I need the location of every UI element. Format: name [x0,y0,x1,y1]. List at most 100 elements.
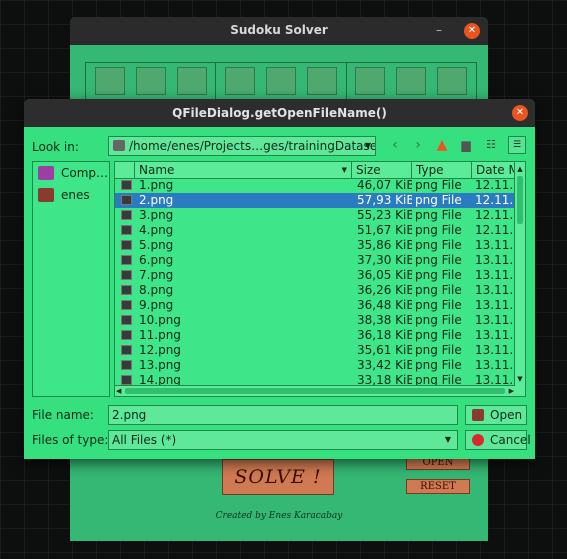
look-in-path: /home/enes/Projects…ges/trainingDataset [129,139,376,153]
sudoku-cell[interactable] [307,67,338,95]
file-type-cell: png File [415,223,462,237]
column-header-type[interactable]: Type [412,162,472,178]
sudoku-cell[interactable] [135,67,166,95]
solve-button[interactable]: SOLVE ! [222,459,334,495]
file-date-cell: 12.11.2 [475,223,515,237]
dialog-titlebar[interactable]: QFileDialog.getOpenFileName() ✕ [24,99,535,127]
file-name-cell: 4.png [139,223,174,237]
sidebar-item-computer[interactable]: Comp… [33,162,109,184]
minimize-icon[interactable]: – [432,23,446,37]
sudoku-cell[interactable] [437,67,468,95]
file-date-cell: 13.11.2 [475,343,515,357]
table-row[interactable]: 11.png 36,18 KiBpng File 13.11.2 [115,328,515,343]
file-name-cell: 1.png [139,178,174,192]
file-date-cell: 12.11.2 [475,208,515,222]
file-name-input[interactable]: 2.png [108,405,458,425]
file-date-cell: 13.11.2 [475,268,515,282]
image-file-icon [121,195,132,205]
table-row[interactable]: 8.png 36,26 KiBpng File 13.11.2 [115,283,515,298]
column-header-date[interactable]: Date Mo [472,162,515,178]
horizontal-scrollbar[interactable]: ◀ ▶ [115,385,515,396]
file-name-cell: 7.png [139,268,174,282]
image-file-icon [121,375,132,385]
chevron-down-icon: ▼ [444,435,451,444]
vertical-scrollbar[interactable]: ▲ ▼ [514,162,525,396]
table-row[interactable]: 7.png 36,05 KiBpng File 13.11.2 [115,268,515,283]
table-row[interactable]: 9.png 36,48 KiBpng File 13.11.2 [115,298,515,313]
column-header-size[interactable]: Size [352,162,412,178]
computer-icon [38,166,54,180]
file-size-cell: 55,23 KiB [357,208,412,222]
sudoku-block [86,63,217,99]
close-icon[interactable]: ✕ [464,23,480,39]
sudoku-cell[interactable] [94,67,125,95]
new-folder-icon[interactable]: ▆ [457,136,475,154]
file-type-cell: png File [415,268,462,282]
scrollbar-thumb[interactable] [125,388,505,394]
file-size-cell: 36,05 KiB [357,268,412,282]
file-name-cell: 5.png [139,238,174,252]
parent-dir-icon[interactable]: ▲ [433,136,451,154]
image-file-icon [121,315,132,325]
file-size-cell: 36,48 KiB [357,298,412,312]
sudoku-cell[interactable] [224,67,255,95]
scrollbar-thumb[interactable] [517,176,523,224]
sudoku-block [216,63,347,99]
table-row[interactable]: 12.png 35,61 KiBpng File 13.11.2 [115,343,515,358]
open-button[interactable]: Open [465,405,527,425]
file-type-value: All Files (*) [112,433,177,447]
file-size-cell: 46,07 KiB [357,178,412,192]
file-name-cell: 8.png [139,283,174,297]
sort-arrow-icon: ▼ [341,166,347,174]
scroll-right-icon[interactable]: ▶ [509,386,514,396]
table-row[interactable]: 13.png 33,42 KiBpng File 13.11.2 [115,358,515,373]
file-size-cell: 36,18 KiB [357,328,412,342]
file-name-cell: 10.png [139,313,181,327]
sudoku-cell[interactable] [176,67,207,95]
file-type-cell: png File [415,343,462,357]
table-row[interactable]: 4.png 51,67 KiBpng File 12.11.2 [115,223,515,238]
file-name-cell: 11.png [139,328,181,342]
open-button-label: Open [490,408,523,422]
file-date-cell: 13.11.2 [475,283,515,297]
file-name-cell: 3.png [139,208,174,222]
table-row[interactable]: 2.png 57,93 KiBpng File 12.11.2 [115,193,515,208]
column-header-label: Name [139,163,175,177]
image-file-icon [121,330,132,340]
file-date-cell: 13.11.2 [475,253,515,267]
sudoku-cell[interactable] [396,67,427,95]
file-size-cell: 38,38 KiB [357,313,412,327]
table-row[interactable]: 6.png 37,30 KiBpng File 13.11.2 [115,253,515,268]
file-name-cell: 12.png [139,343,181,357]
file-size-cell: 33,42 KiB [357,358,412,372]
image-file-icon [121,225,132,235]
column-header-name[interactable]: Name ▼ [135,162,352,178]
cancel-button[interactable]: Cancel [465,430,531,450]
table-row[interactable]: 10.png 38,38 KiBpng File 13.11.2 [115,313,515,328]
sidebar-item-enes[interactable]: enes [33,184,109,206]
look-in-combo[interactable]: /home/enes/Projects…ges/trainingDataset … [108,136,376,156]
image-file-icon [121,345,132,355]
image-file-icon [121,240,132,250]
sudoku-cell[interactable] [355,67,386,95]
file-type-combo[interactable]: All Files (*) ▼ [108,430,458,450]
scroll-left-icon[interactable]: ◀ [116,386,121,396]
scroll-down-icon[interactable]: ▼ [515,374,525,384]
reset-button[interactable]: RESET [406,479,470,494]
detail-view-icon[interactable]: ☰ [508,136,526,154]
list-view-icon[interactable]: ☷ [482,136,500,154]
cancel-button-label: Cancel [490,433,531,447]
back-arrow-icon[interactable]: ‹ [386,136,404,154]
table-row[interactable]: 3.png 55,23 KiBpng File 12.11.2 [115,208,515,223]
file-date-cell: 12.11.2 [475,178,515,192]
image-file-icon [121,255,132,265]
open-file-dialog: QFileDialog.getOpenFileName() ✕ Look in:… [24,99,535,459]
sudoku-cell[interactable] [265,67,296,95]
table-row[interactable]: 5.png 35,86 KiBpng File 13.11.2 [115,238,515,253]
sudoku-titlebar[interactable]: Sudoku Solver – ✕ [70,17,488,45]
header-spacer [115,162,135,178]
scroll-up-icon[interactable]: ▲ [515,164,525,174]
close-icon[interactable]: ✕ [512,105,528,121]
forward-arrow-icon[interactable]: › [409,136,427,154]
table-row[interactable]: 1.png 46,07 KiBpng File 12.11.2 [115,178,515,193]
